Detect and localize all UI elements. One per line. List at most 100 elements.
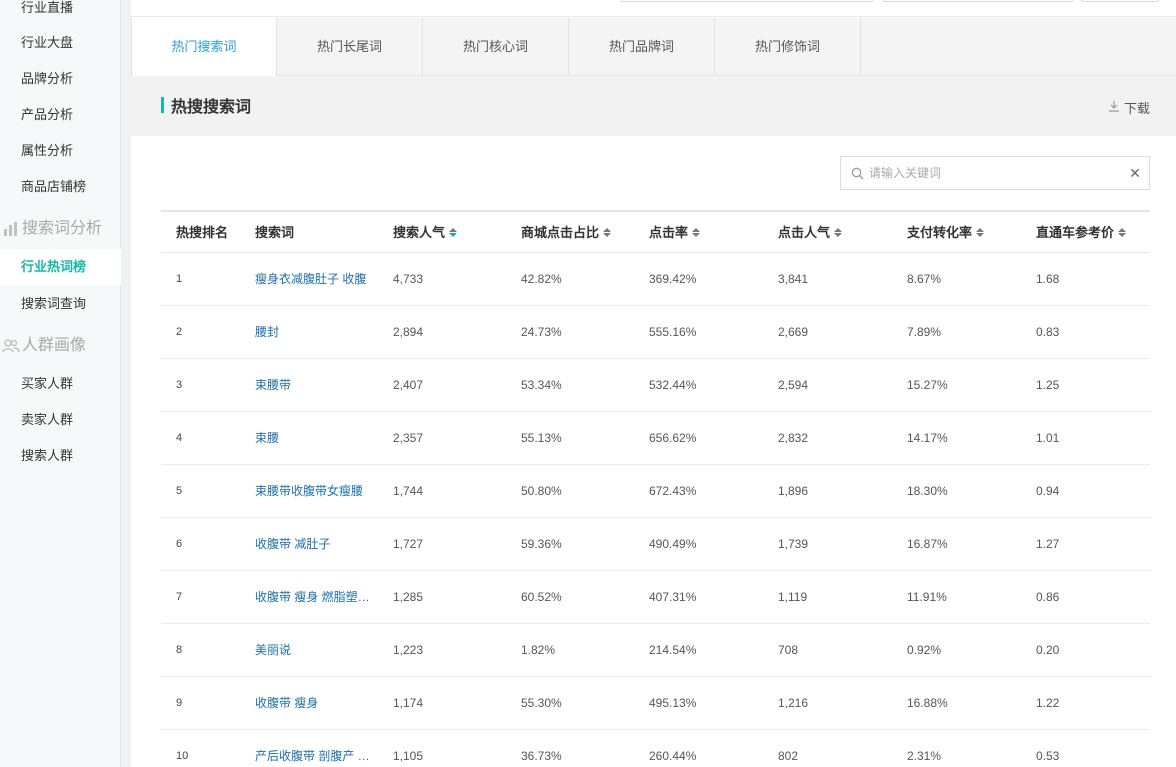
cell-ztc-price: 0.53 <box>1036 749 1060 763</box>
sidebar-item-product-analysis[interactable]: 产品分析 <box>0 97 121 133</box>
cell-click-rate: 260.44% <box>649 749 697 763</box>
sort-icon[interactable] <box>976 228 985 237</box>
cell-rank: 4 <box>176 432 183 444</box>
cell-pay-conversion: 16.88% <box>907 696 948 710</box>
cell-click-popularity: 708 <box>778 643 799 657</box>
sort-icon[interactable] <box>834 228 843 237</box>
cell-click-popularity: 2,832 <box>778 431 809 445</box>
top-dropdown-2[interactable] <box>883 0 1073 2</box>
col-pay-conversion[interactable]: 支付转化率 <box>907 212 985 253</box>
cell-ztc-price: 1.01 <box>1036 431 1060 445</box>
cell-search-popularity: 1,105 <box>393 749 424 763</box>
cell-ztc-price: 1.27 <box>1036 537 1060 551</box>
cell-click-rate: 369.42% <box>649 272 697 286</box>
sidebar-item-buyer-crowd[interactable]: 买家人群 <box>0 366 121 402</box>
tab-hot-core-words[interactable]: 热门核心词 <box>423 18 569 76</box>
sidebar-item-search-crowd[interactable]: 搜索人群 <box>0 438 121 474</box>
sidebar-item-industry-overview[interactable]: 行业大盘 <box>0 25 121 61</box>
col-label: 搜索人气 <box>393 225 446 240</box>
cell-click-popularity: 802 <box>778 749 799 763</box>
col-label: 商城点击占比 <box>521 225 600 240</box>
cell-mall-click-share: 50.80% <box>521 484 562 498</box>
sort-icon[interactable] <box>449 228 458 237</box>
tab-hot-search-words[interactable]: 热门搜索词 <box>131 18 277 76</box>
cell-mall-click-share: 59.36% <box>521 537 562 551</box>
col-click-rate[interactable]: 点击率 <box>649 212 701 253</box>
download-button[interactable]: 下载 <box>1108 98 1150 117</box>
cell-rank: 5 <box>176 485 183 497</box>
cell-search-popularity: 2,894 <box>393 325 424 339</box>
cell-keyword-link[interactable]: 束腰带 <box>255 359 291 412</box>
cell-keyword-link[interactable]: 束腰 <box>255 412 279 465</box>
download-label: 下载 <box>1123 101 1150 116</box>
cell-click-rate: 407.31% <box>649 590 697 604</box>
cell-pay-conversion: 18.30% <box>907 484 948 498</box>
sidebar-item-industry-live[interactable]: 行业直播 <box>0 0 121 26</box>
cell-click-popularity: 2,669 <box>778 325 809 339</box>
top-button[interactable] <box>1081 0 1159 2</box>
sidebar-item-hot-words[interactable]: 行业热词榜 <box>0 249 121 285</box>
top-dropdown-1[interactable] <box>621 0 873 2</box>
cell-rank: 9 <box>176 697 183 709</box>
cell-keyword-link[interactable]: 收腹带 瘦身 <box>255 677 318 730</box>
people-icon <box>2 337 20 355</box>
col-click-popularity[interactable]: 点击人气 <box>778 212 843 253</box>
search-icon <box>845 157 869 189</box>
cell-mall-click-share: 55.13% <box>521 431 562 445</box>
col-search-popularity[interactable]: 搜索人气 <box>393 212 458 253</box>
tab-hot-modifier-words[interactable]: 热门修饰词 <box>715 18 861 76</box>
sort-icon[interactable] <box>692 228 701 237</box>
table-row: 8 美丽说 1,223 1.82% 214.54% 708 0.92% 0.20 <box>161 624 1150 677</box>
cell-rank: 2 <box>176 326 183 338</box>
sidebar-item-shop-ranking[interactable]: 商品店铺榜 <box>0 169 121 205</box>
cell-mall-click-share: 53.34% <box>521 378 562 392</box>
cell-keyword-link[interactable]: 腰封 <box>255 306 279 359</box>
table-row: 7 收腹带 瘦身 燃脂塑… 1,285 60.52% 407.31% 1,119 11.91… <box>161 571 1150 624</box>
cell-rank: 1 <box>176 273 183 285</box>
sidebar-item-attribute-analysis[interactable]: 属性分析 <box>0 133 121 169</box>
cell-mall-click-share: 60.52% <box>521 590 562 604</box>
cell-pay-conversion: 11.91% <box>907 590 947 604</box>
table-row: 9 收腹带 瘦身 1,174 55.30% 495.13% 1,216 16.88% 1.22 <box>161 677 1150 730</box>
col-label: 点击人气 <box>778 225 831 240</box>
sidebar-item-brand-analysis[interactable]: 品牌分析 <box>0 61 121 97</box>
tab-hot-brand-words[interactable]: 热门品牌词 <box>569 18 715 76</box>
search-input[interactable] <box>869 158 1121 188</box>
cell-keyword-link[interactable]: 束腰带收腹带女瘦腰 <box>255 465 363 518</box>
cell-search-popularity: 1,727 <box>393 537 424 551</box>
cell-rank: 7 <box>176 591 183 603</box>
clear-icon[interactable]: ✕ <box>1121 165 1149 182</box>
hot-words-table: 热搜排名 搜索词 搜索人气 商城点击占比 点击率 点击人气 支付转化率 直通车参… <box>161 210 1150 767</box>
table-row: 4 束腰 2,357 55.13% 656.62% 2,832 14.17% 1.01 <box>161 412 1150 465</box>
cell-keyword-link[interactable]: 收腹带 减肚子 <box>255 518 330 571</box>
cell-search-popularity: 1,174 <box>393 696 424 710</box>
sort-icon[interactable] <box>1118 228 1127 237</box>
cell-keyword-link[interactable]: 美丽说 <box>255 624 291 677</box>
sidebar: 行业直播 行业大盘 品牌分析 产品分析 属性分析 商品店铺榜 搜索词分析 行业热… <box>0 0 121 767</box>
col-label: 热搜排名 <box>176 225 229 240</box>
cell-search-popularity: 1,223 <box>393 643 424 657</box>
cell-mall-click-share: 42.82% <box>521 272 562 286</box>
cell-search-popularity: 2,407 <box>393 378 424 392</box>
table-row: 1 瘦身衣减腹肚子 收腹 4,733 42.82% 369.42% 3,841 8.67% 1… <box>161 253 1150 306</box>
sidebar-item-seller-crowd[interactable]: 卖家人群 <box>0 402 121 438</box>
tab-bar: 热门搜索词 热门长尾词 热门核心词 热门品牌词 热门修饰词 <box>131 18 1176 76</box>
sidebar-group-search-analysis: 搜索词分析 <box>0 211 121 247</box>
sidebar-item-keyword-query[interactable]: 搜索词查询 <box>0 286 121 322</box>
cell-keyword-link[interactable]: 瘦身衣减腹肚子 收腹 <box>255 253 366 306</box>
cell-click-rate: 532.44% <box>649 378 697 392</box>
sort-icon[interactable] <box>603 228 612 237</box>
cell-click-popularity: 1,896 <box>778 484 809 498</box>
keyword-search-box: ✕ <box>840 156 1150 190</box>
section-accent-bar <box>161 97 164 113</box>
cell-keyword-link[interactable]: 产后收腹带 剖腹产 … <box>255 730 370 767</box>
col-ztc-price[interactable]: 直通车参考价 <box>1036 212 1127 253</box>
col-rank: 热搜排名 <box>176 212 228 253</box>
cell-mall-click-share: 55.30% <box>521 696 562 710</box>
col-mall-click-share[interactable]: 商城点击占比 <box>521 212 612 253</box>
cell-mall-click-share: 24.73% <box>521 325 562 339</box>
tab-hot-long-tail-words[interactable]: 热门长尾词 <box>277 18 423 76</box>
cell-click-rate: 214.54% <box>649 643 697 657</box>
cell-pay-conversion: 14.17% <box>907 431 948 445</box>
cell-keyword-link[interactable]: 收腹带 瘦身 燃脂塑… <box>255 571 370 624</box>
